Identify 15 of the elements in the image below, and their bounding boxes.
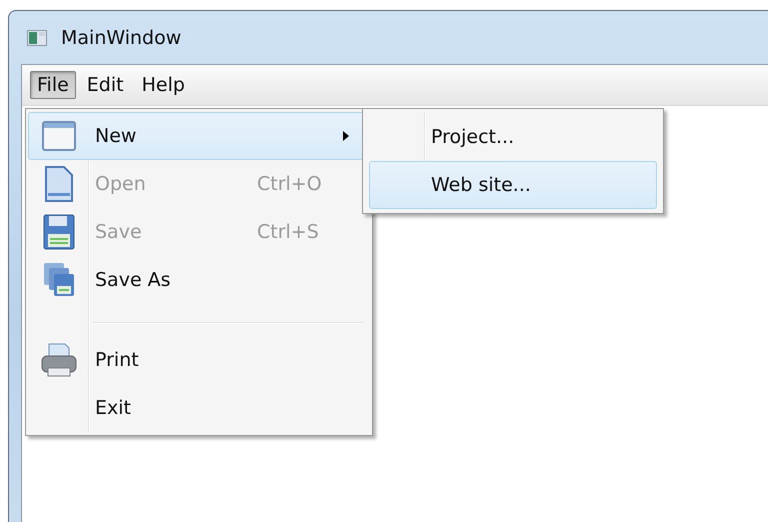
window-icon [42, 121, 76, 151]
menu-bar-item[interactable]: Edit [80, 71, 131, 99]
menu-item[interactable]: Web site... [369, 161, 657, 209]
menu-item[interactable]: Save As [28, 256, 370, 304]
menu-bar-item[interactable]: File [30, 71, 76, 99]
submenu-arrow-icon [343, 131, 349, 141]
window-title: MainWindow [61, 26, 182, 48]
menu-item[interactable]: Print [28, 336, 370, 384]
floppy-disks-icon [43, 262, 75, 298]
printer-icon [40, 342, 78, 378]
menu-bar-item[interactable]: Help [134, 71, 192, 99]
menu-item[interactable]: Project... [369, 113, 657, 161]
menu-item[interactable]: Exit [28, 384, 370, 432]
document-icon [44, 165, 74, 203]
window-icon [27, 30, 47, 46]
